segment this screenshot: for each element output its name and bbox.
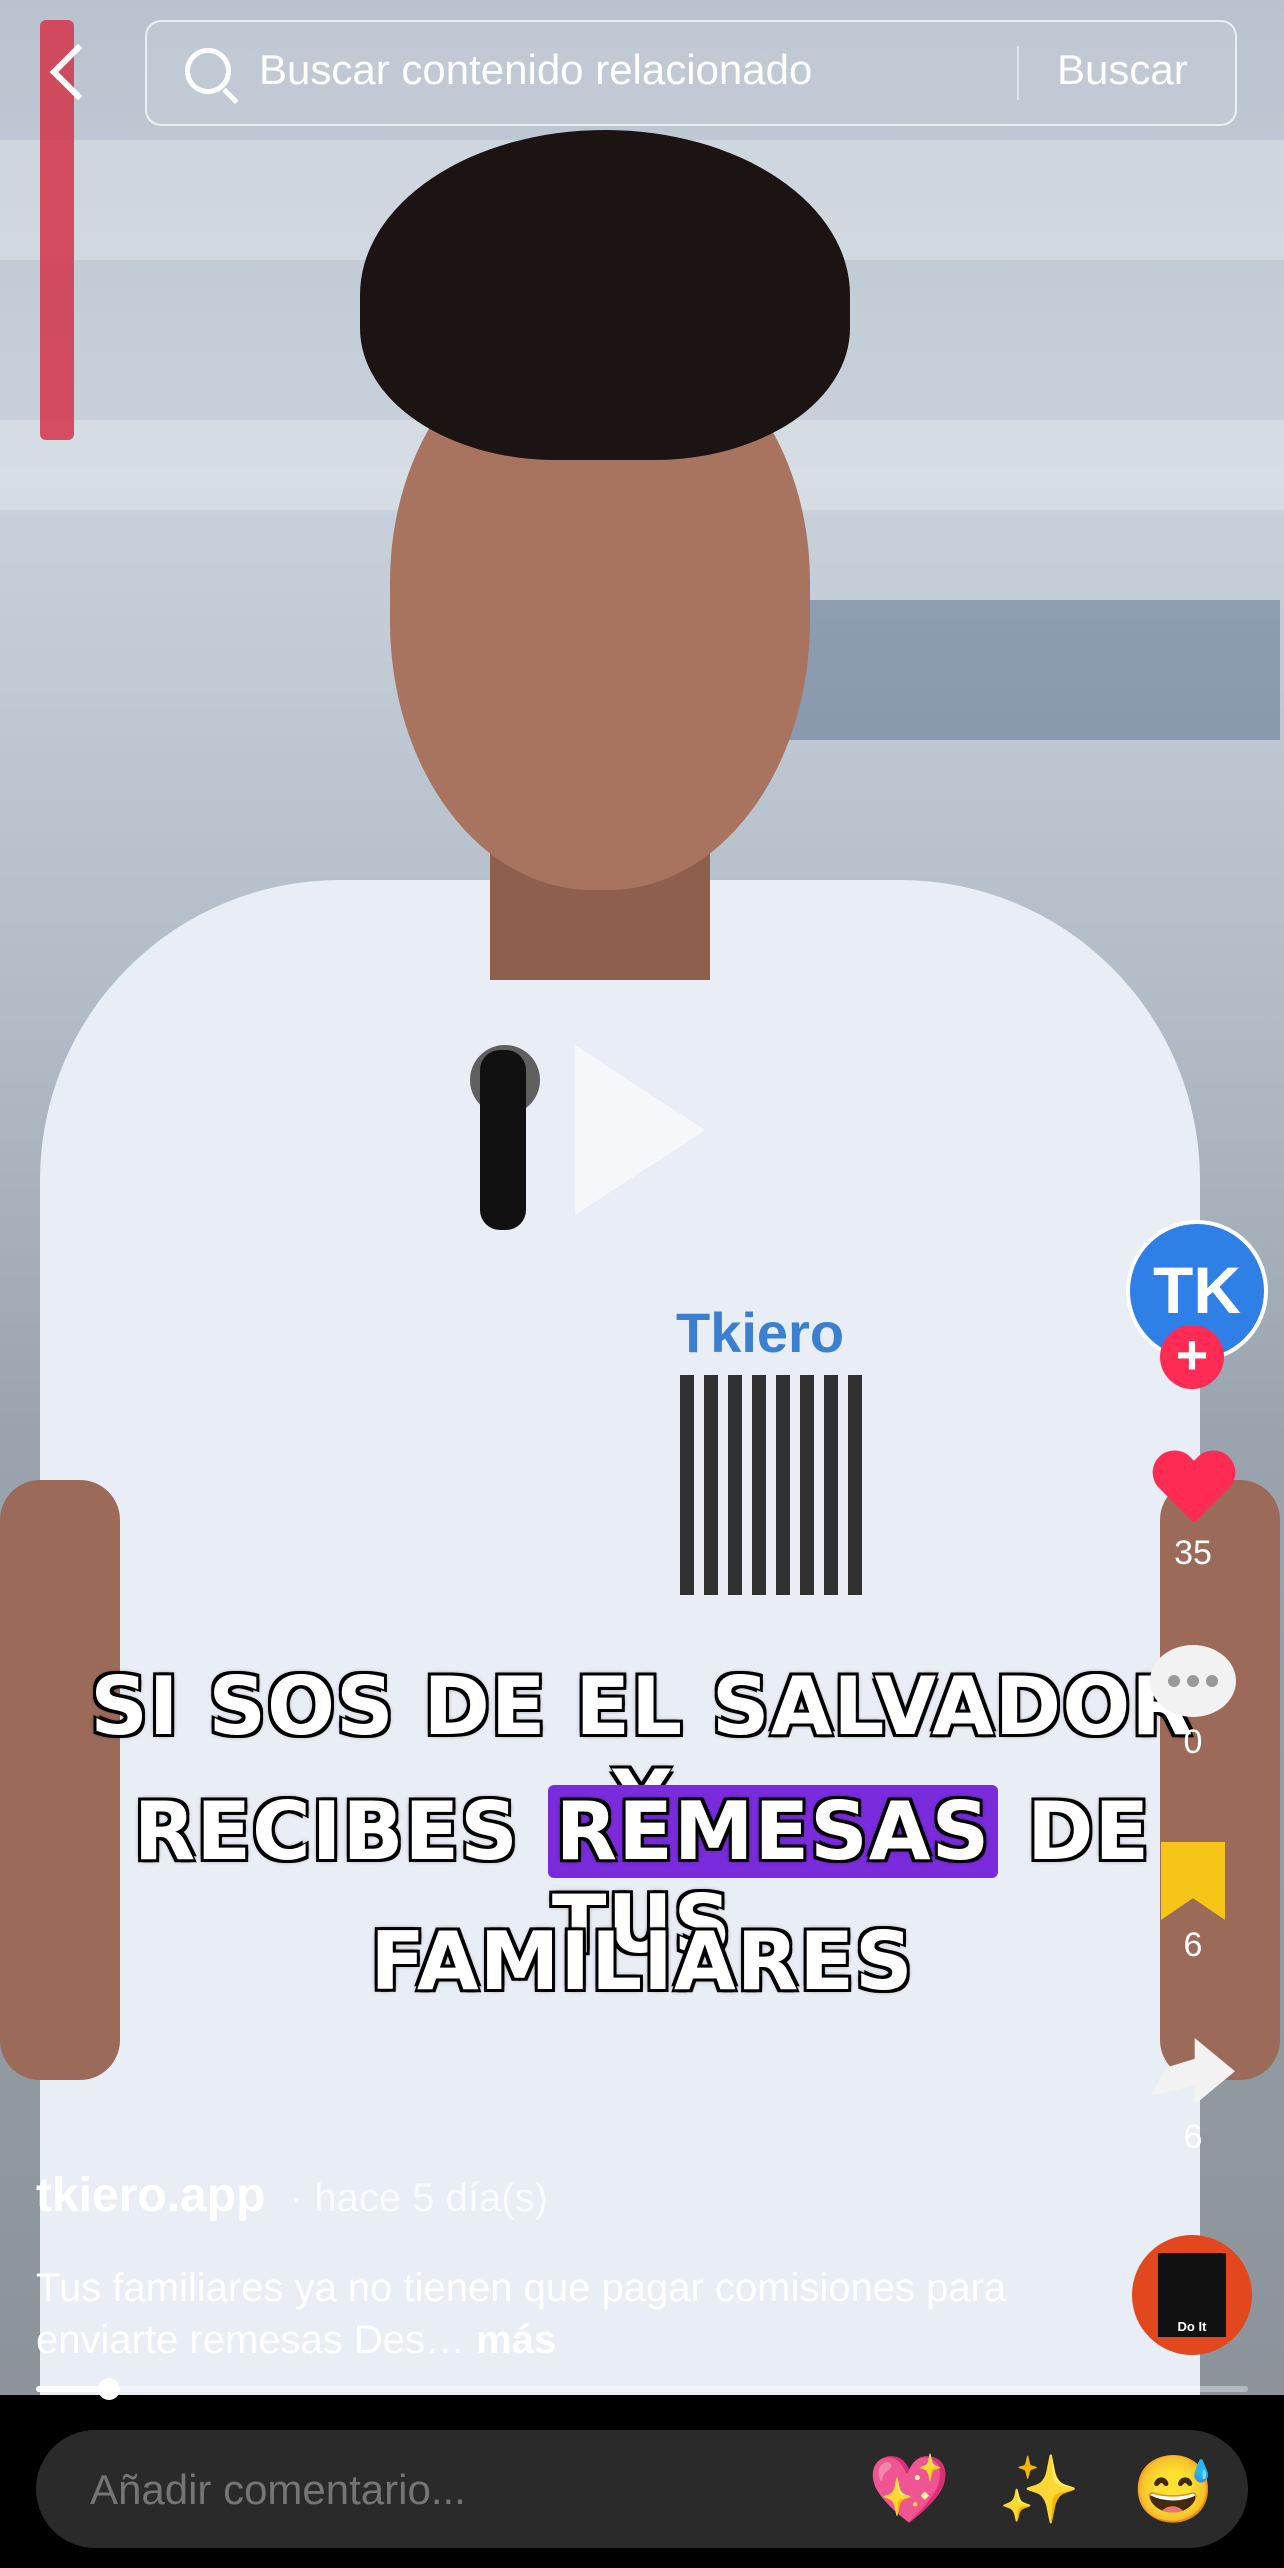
more-link[interactable]: más [476, 2318, 556, 2362]
play-icon[interactable] [575, 1045, 705, 1215]
comment-bar[interactable]: 💖 ✨ 😅 [36, 2430, 1248, 2548]
sweat-smile-emoji-button[interactable]: 😅 [1132, 2456, 1214, 2522]
lapel-mic-clip [480, 1050, 526, 1230]
music-disc[interactable]: Do It [1132, 2235, 1252, 2355]
background-windows [760, 600, 1280, 740]
search-divider [1017, 46, 1019, 100]
video-player[interactable]: Tkiero SI SOS DE EL SALVADOR Y RECIBES R… [0, 0, 1284, 2395]
caption-highlight: REMESAS [547, 1785, 999, 1878]
video-progress-bar[interactable] [36, 2378, 1248, 2400]
progress-handle[interactable] [97, 2378, 120, 2400]
tk-logo-icon: TK [1153, 1253, 1241, 1327]
post-description: Tus familiares ya no tienen que pagar co… [36, 2262, 1076, 2366]
share-button[interactable]: 6 [1140, 2038, 1246, 2157]
sparkles-emoji-button[interactable]: ✨ [998, 2456, 1080, 2522]
sparkling-heart-emoji-button[interactable]: 💖 [868, 2456, 950, 2522]
creator-username[interactable]: tkiero.app [36, 2168, 265, 2223]
post-time: · hace 5 día(s) [290, 2176, 548, 2220]
search-bar[interactable]: Buscar contenido relacionado Buscar [145, 20, 1237, 126]
like-count: 35 [1174, 1534, 1212, 1572]
share-count: 6 [1183, 2118, 1203, 2156]
person-hair [360, 130, 850, 460]
like-button[interactable]: 35 [1140, 1452, 1246, 1573]
comment-icon [1150, 1645, 1236, 1717]
comment-count: 0 [1183, 1723, 1203, 1761]
bookmark-count: 6 [1183, 1926, 1203, 1964]
bookmark-icon [1161, 1842, 1225, 1920]
search-input[interactable]: Buscar contenido relacionado [259, 46, 812, 94]
heart-icon [1151, 1452, 1235, 1528]
back-button[interactable] [40, 40, 100, 110]
share-icon [1151, 2038, 1235, 2105]
follow-button[interactable]: + [1160, 1325, 1224, 1389]
search-icon [185, 48, 231, 94]
caption-line-3: FAMILIARES [370, 1915, 914, 2008]
search-button[interactable]: Buscar [1057, 46, 1188, 94]
comment-button[interactable]: 0 [1140, 1645, 1246, 1762]
bookmark-button[interactable]: 6 [1140, 1842, 1246, 1965]
caption-word: RECIBES [133, 1785, 519, 1878]
comment-input[interactable] [88, 2465, 692, 2515]
shirt-logo: Tkiero [676, 1301, 845, 1364]
music-disc-label: Do It [1177, 2319, 1207, 2334]
shirt-qr-code [680, 1375, 870, 1595]
